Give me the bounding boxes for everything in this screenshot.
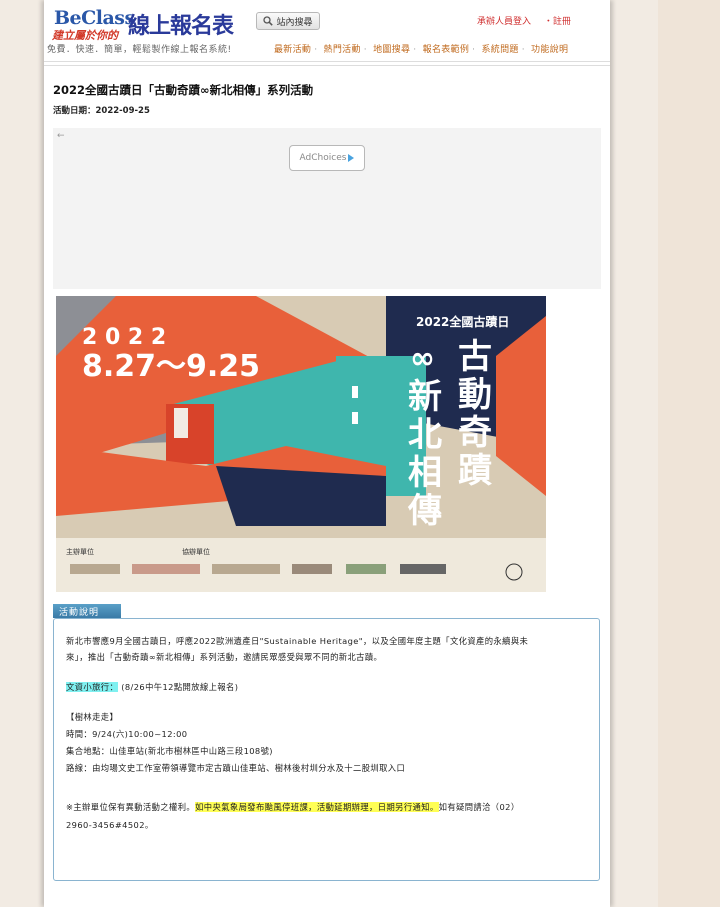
event-title: 2022全國古蹟日「古動奇蹟∞新北相傳」系列活動: [53, 83, 314, 97]
desc-tour-line: 文資小旅行： (8/26中午12點開放線上報名): [66, 681, 238, 693]
ad-back-arrow-icon[interactable]: ←: [57, 131, 65, 141]
adchoices-icon: [348, 154, 355, 162]
nav-examples[interactable]: 報名表範例: [423, 45, 470, 55]
background-strip: [658, 0, 720, 907]
poster-headline: 2022全國古蹟日: [416, 314, 509, 329]
poster-title-char-2: 動: [458, 375, 492, 415]
nav-popular[interactable]: 熱門活動: [324, 45, 361, 55]
desc-note-highlight: 如中央氣象局發布颱風停班課，活動延期辦理，日期另行通知。: [195, 802, 439, 812]
logo-title[interactable]: 線上報名表: [128, 8, 234, 40]
desc-note-prefix: ※主辦單位保有異動活動之權利。: [66, 802, 196, 812]
search-icon: [263, 16, 274, 26]
register-link[interactable]: ・註冊: [544, 17, 571, 27]
desc-tour-note: (8/26中午12點開放線上報名): [121, 682, 239, 692]
desc-time: 時間：9/24(六)10:00~12:00: [66, 729, 188, 739]
poster-title-char-1: 古: [458, 337, 492, 377]
poster-dates: 8.27～9.25: [82, 349, 260, 384]
header-divider: [44, 61, 610, 66]
nav-features[interactable]: 功能說明: [531, 45, 568, 55]
adchoices-label: AdChoices: [299, 153, 347, 163]
nav-map-search[interactable]: 地圖搜尋: [373, 45, 410, 55]
site-search-button[interactable]: 站內搜尋: [256, 12, 320, 30]
page-container: BeClass 線上報名表 建立屬於你的 免費．快速．簡單，輕鬆製作線上報名系統…: [44, 0, 610, 907]
section-tab-description: 活動說明: [53, 604, 121, 618]
poster-title-char-7: 相: [408, 453, 442, 493]
ad-slot[interactable]: ← AdChoices: [53, 128, 601, 289]
desc-note-suffix: 如有疑問請洽（02）: [438, 802, 520, 812]
nav-latest[interactable]: 最新活動: [274, 45, 311, 55]
poster-organizer-label: 主辦單位: [66, 547, 94, 556]
desc-note: ※主辦單位保有異動活動之權利。如中央氣象局發布颱風停班課，活動延期辦理，日期另行…: [66, 801, 520, 813]
nav-faq[interactable]: 系統問題: [482, 45, 519, 55]
poster-sponsor-label: 協辦單位: [182, 547, 210, 556]
poster-title-char-8: 傳: [407, 491, 442, 531]
desc-intro-1: 新北市響應9月全國古蹟日，呼應2022歐洲遺產日"Sustainable Her…: [66, 636, 529, 646]
poster-title-char-4: 蹟: [458, 451, 492, 491]
organizer-login-link[interactable]: 承辦人員登入: [477, 17, 531, 27]
top-navigation: 最新活動 · 熱門活動 · 地圖搜尋 · 報名表範例 · 系統問題 · 功能說明: [274, 45, 569, 55]
desc-tour-label: 文資小旅行：: [66, 682, 119, 692]
adchoices-button[interactable]: AdChoices: [289, 145, 365, 171]
desc-intro-2: 來」，推出「古動奇蹟∞新北相傳」系列活動，邀請民眾感受與眾不同的新北古蹟。: [66, 652, 383, 662]
poster-title-char-3: 奇: [458, 413, 492, 453]
poster-infinity: ∞: [410, 341, 435, 376]
desc-phone: 2960-3456#4502。: [66, 820, 154, 830]
desc-route-title: 【樹林走走】: [66, 712, 119, 722]
search-button-label: 站內搜尋: [276, 17, 313, 28]
site-header: BeClass 線上報名表 建立屬於你的 免費．快速．簡單，輕鬆製作線上報名系統…: [44, 0, 610, 66]
logo-beclass[interactable]: BeClass: [54, 7, 135, 29]
poster-title-char-6: 北: [408, 415, 442, 455]
login-links: 承辦人員登入 ・註冊: [477, 14, 581, 27]
event-poster: 2 0 2 2 8.27～9.25 2022全國古蹟日 ∞ 古 動 奇 蹟 新 …: [56, 296, 546, 592]
desc-route: 路線：由均瑒文史工作室帶領導覽市定古蹟山佳車站、樹林後村圳分水及十二股圳取入口: [66, 763, 406, 773]
logo-slogan: 建立屬於你的: [52, 29, 118, 42]
poster-title-char-5: 新: [408, 377, 442, 417]
site-tagline: 免費．快速．簡單，輕鬆製作線上報名系統!: [47, 45, 232, 55]
event-date: 活動日期：2022-09-25: [53, 106, 150, 116]
poster-year: 2 0 2 2: [82, 325, 166, 350]
desc-place: 集合地點：山佳車站(新北市樹林區中山路三段108號): [66, 746, 273, 756]
description-box: 新北市響應9月全國古蹟日，呼應2022歐洲遺產日"Sustainable Her…: [53, 618, 600, 881]
